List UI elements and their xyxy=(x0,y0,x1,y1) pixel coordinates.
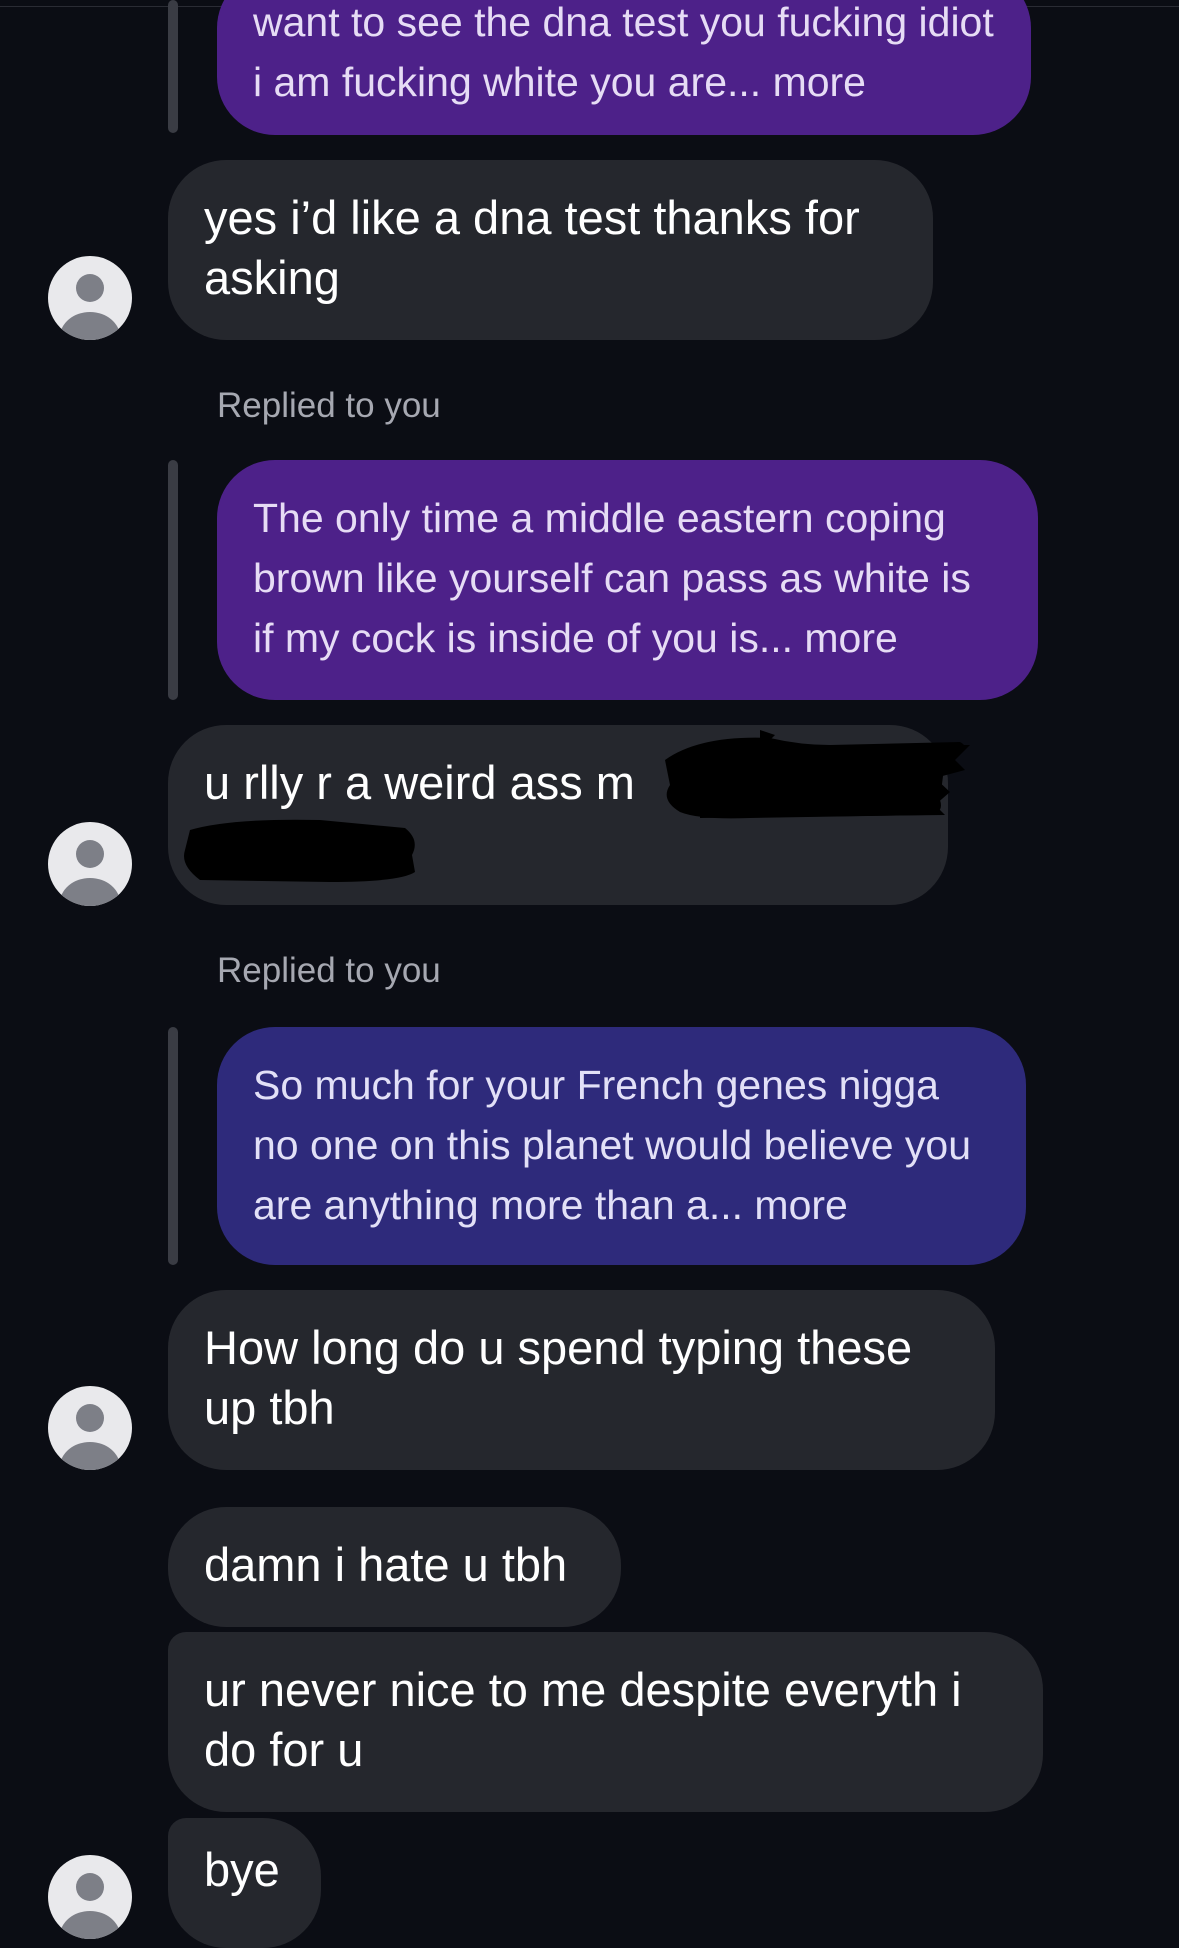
message-text: How long do u spend typing these up tbh xyxy=(204,1321,913,1434)
user-avatar-icon[interactable] xyxy=(48,1386,132,1470)
received-message-bubble[interactable]: damn i hate u tbh xyxy=(168,1507,621,1627)
user-avatar-icon[interactable] xyxy=(48,822,132,906)
quoted-message-text: So much for your French genes nigga no o… xyxy=(253,1062,972,1228)
received-message-bubble[interactable]: bye xyxy=(168,1818,321,1948)
quoted-message-bubble[interactable]: So much for your French genes nigga no o… xyxy=(217,1027,1026,1265)
reply-quote-bar xyxy=(168,1027,178,1265)
replied-to-you-label: Replied to you xyxy=(217,951,441,990)
received-message-bubble[interactable]: ur never nice to me despite everyth i do… xyxy=(168,1632,1043,1812)
message-text: damn i hate u tbh xyxy=(204,1538,568,1591)
user-avatar-icon[interactable] xyxy=(48,1855,132,1939)
message-text: bye xyxy=(204,1843,280,1896)
message-text: ur never nice to me despite everyth i do… xyxy=(204,1663,962,1776)
received-message-bubble[interactable]: How long do u spend typing these up tbh xyxy=(168,1290,995,1470)
